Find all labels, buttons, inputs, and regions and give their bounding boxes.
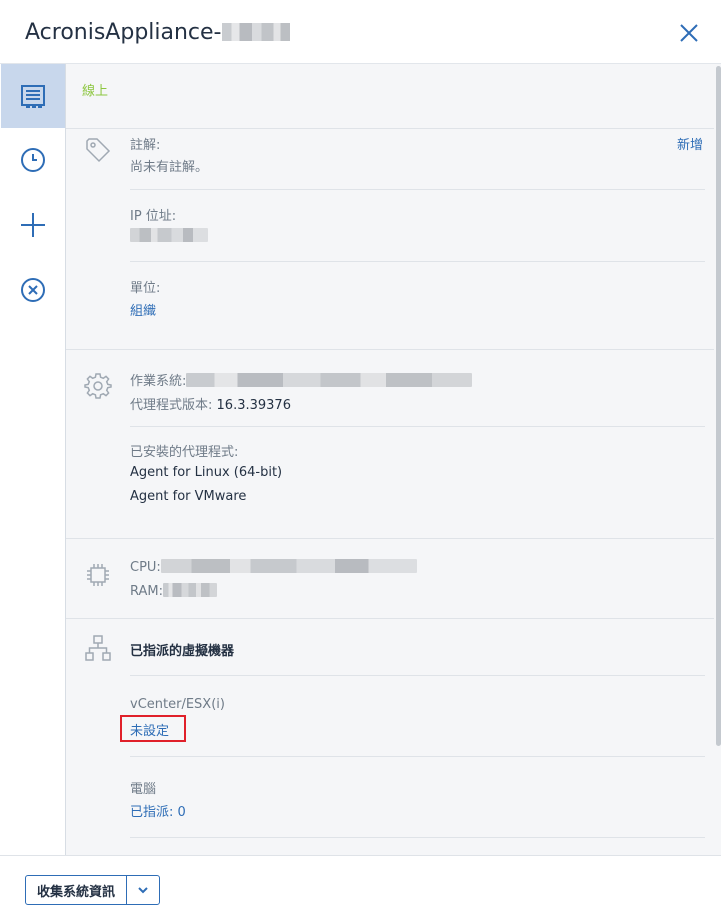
divider — [66, 128, 714, 129]
ram-label: RAM: — [130, 584, 163, 599]
computer-label: 電腦 — [130, 782, 157, 797]
clock-icon — [21, 148, 45, 172]
redacted-hostname — [221, 23, 290, 41]
unit-link[interactable]: 組織 — [130, 300, 156, 319]
divider — [130, 756, 705, 757]
nav-activities[interactable] — [1, 128, 65, 192]
network-tree-icon — [85, 635, 111, 661]
redacted-cpu — [160, 559, 417, 573]
agent-version-value: 16.3.39376 — [216, 398, 291, 413]
divider — [66, 618, 714, 619]
agent-linux: Agent for Linux (64-bit) — [130, 465, 283, 480]
panel-title: AcronisAppliance- — [25, 19, 290, 47]
nav-remove[interactable] — [1, 258, 65, 322]
gear-icon — [84, 373, 112, 399]
tag-icon — [86, 138, 111, 163]
divider — [66, 349, 714, 350]
title-text: AcronisAppliance- — [25, 20, 222, 45]
cpu-row: CPU: — [130, 559, 417, 575]
agent-vmware: Agent for VMware — [130, 489, 247, 504]
scroll-thumb[interactable] — [716, 66, 721, 746]
nav-overview[interactable] — [1, 64, 65, 128]
divider — [130, 675, 705, 676]
nav-add[interactable] — [1, 193, 65, 257]
collect-options-dropdown[interactable] — [126, 875, 160, 905]
divider — [130, 189, 705, 190]
cpu-icon — [87, 564, 109, 586]
agent-version-row: 代理程式版本: 16.3.39376 — [130, 394, 291, 413]
assigned-count-link[interactable]: 已指派: 0 — [130, 801, 186, 820]
vcenter-not-set-link[interactable]: 未設定 — [130, 720, 169, 739]
divider — [66, 538, 714, 539]
remove-circle-icon — [21, 278, 45, 302]
side-nav — [0, 64, 66, 855]
panel-header: AcronisAppliance- — [0, 0, 721, 64]
close-icon[interactable] — [676, 20, 702, 46]
comment-label: 註解: — [130, 138, 161, 153]
redacted-ram — [163, 583, 217, 597]
redacted-ip — [130, 228, 208, 242]
unit-label: 單位: — [130, 281, 161, 296]
os-row: 作業系統: — [130, 370, 473, 389]
panel-footer: 收集系統資訊 — [0, 855, 721, 919]
divider — [130, 261, 705, 262]
divider — [130, 426, 705, 427]
divider — [130, 837, 705, 838]
os-label: 作業系統: — [130, 374, 187, 389]
vcenter-label: vCenter/ESX(i) — [130, 697, 225, 712]
status-online: 線上 — [82, 84, 109, 99]
comment-value: 尚未有註解。 — [130, 160, 209, 175]
ram-row: RAM: — [130, 583, 217, 599]
overview-icon — [21, 85, 45, 108]
collect-system-info-button[interactable]: 收集系統資訊 — [25, 875, 127, 905]
ip-label: IP 位址: — [130, 209, 177, 224]
cpu-label: CPU: — [130, 560, 161, 575]
assigned-vms-title: 已指派的虛擬機器 — [130, 644, 235, 659]
redacted-os — [186, 373, 473, 387]
chevron-down-icon — [138, 887, 148, 894]
agent-version-label: 代理程式版本: — [130, 398, 213, 413]
ip-value — [130, 228, 208, 244]
add-comment-link[interactable]: 新增 — [677, 134, 703, 153]
details-pane: 線上 註解: 新增 尚未有註解。 IP 位址: 單位: 組織 作業系統: 代理程… — [66, 64, 714, 855]
installed-agents-label: 已安裝的代理程式: — [130, 445, 239, 460]
scrollbar[interactable] — [714, 64, 721, 855]
plus-icon — [21, 213, 45, 237]
